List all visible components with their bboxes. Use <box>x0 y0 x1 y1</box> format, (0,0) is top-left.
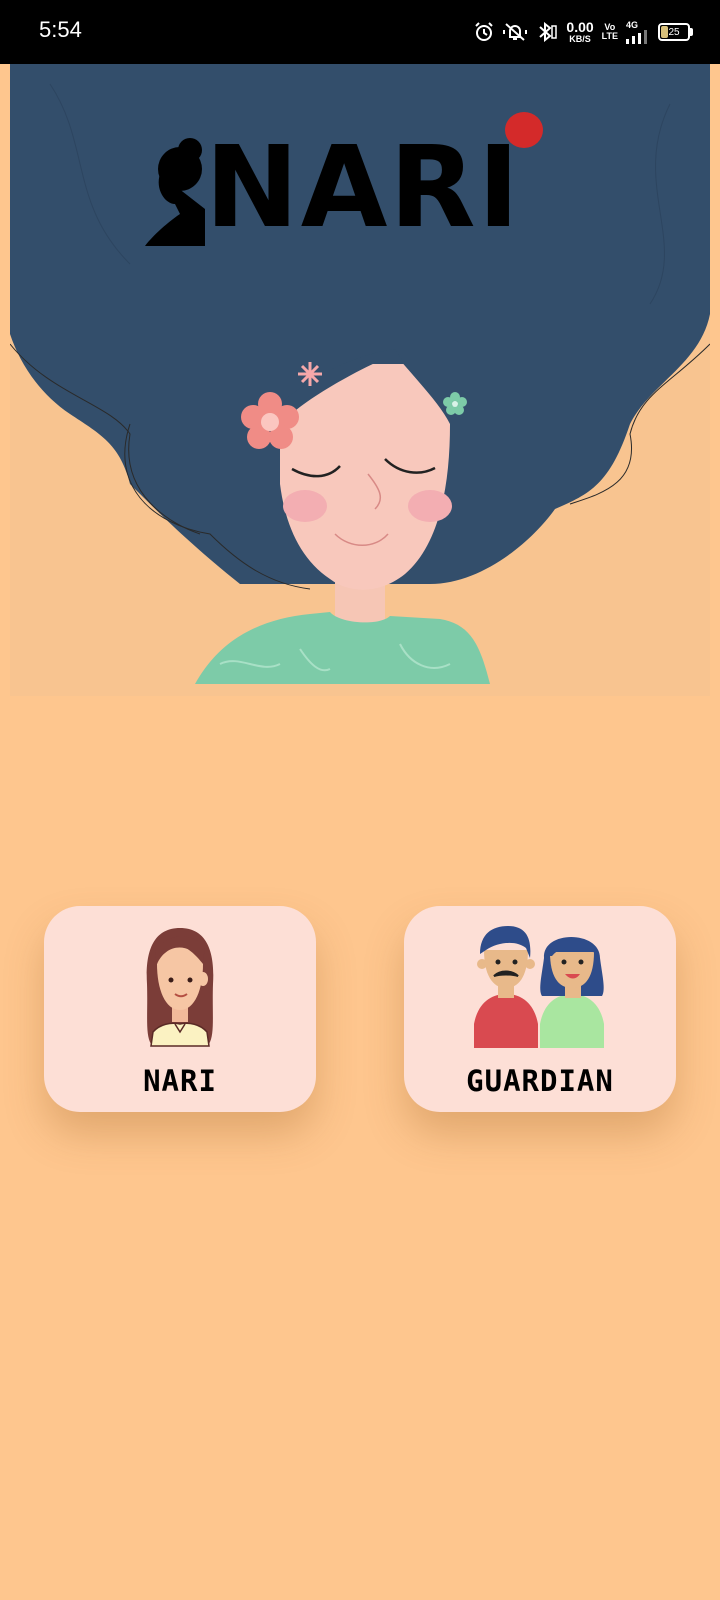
network-speed-value: 0.00 <box>566 19 594 35</box>
network-type: 4G <box>626 19 639 30</box>
nari-role-button[interactable]: NARI <box>44 906 316 1112</box>
signal: 4G <box>626 19 650 44</box>
logo-text: NARI <box>205 123 522 253</box>
silent-icon <box>503 23 528 41</box>
battery-level: 25 <box>668 26 680 38</box>
guardian-label: GUARDIAN <box>466 1064 614 1098</box>
logo-dot-icon <box>505 112 543 148</box>
network-speed-unit: KB/S <box>569 34 591 44</box>
woman-avatar-icon <box>146 928 214 1047</box>
battery-icon: 25 <box>658 23 693 41</box>
status-bar: 5:54 0.00 KB/S Vo LTE 4G 25 <box>0 0 720 64</box>
network-speed: 0.00 KB/S <box>566 20 593 44</box>
bluetooth-icon <box>539 22 558 42</box>
volte-bottom: LTE <box>601 31 618 41</box>
signal-icon <box>626 29 647 44</box>
volte-indicator: Vo LTE <box>602 23 618 41</box>
hero-illustration: NARI <box>10 64 710 696</box>
nari-label: NARI <box>143 1064 217 1098</box>
guardian-role-button[interactable]: GUARDIAN <box>404 906 676 1112</box>
status-time: 5:54 <box>39 17 82 42</box>
status-icons: 0.00 KB/S Vo LTE 4G 25 <box>474 16 693 48</box>
sweater-shape <box>195 612 490 684</box>
alarm-icon <box>475 22 494 41</box>
parents-avatar-icon <box>474 926 604 1048</box>
